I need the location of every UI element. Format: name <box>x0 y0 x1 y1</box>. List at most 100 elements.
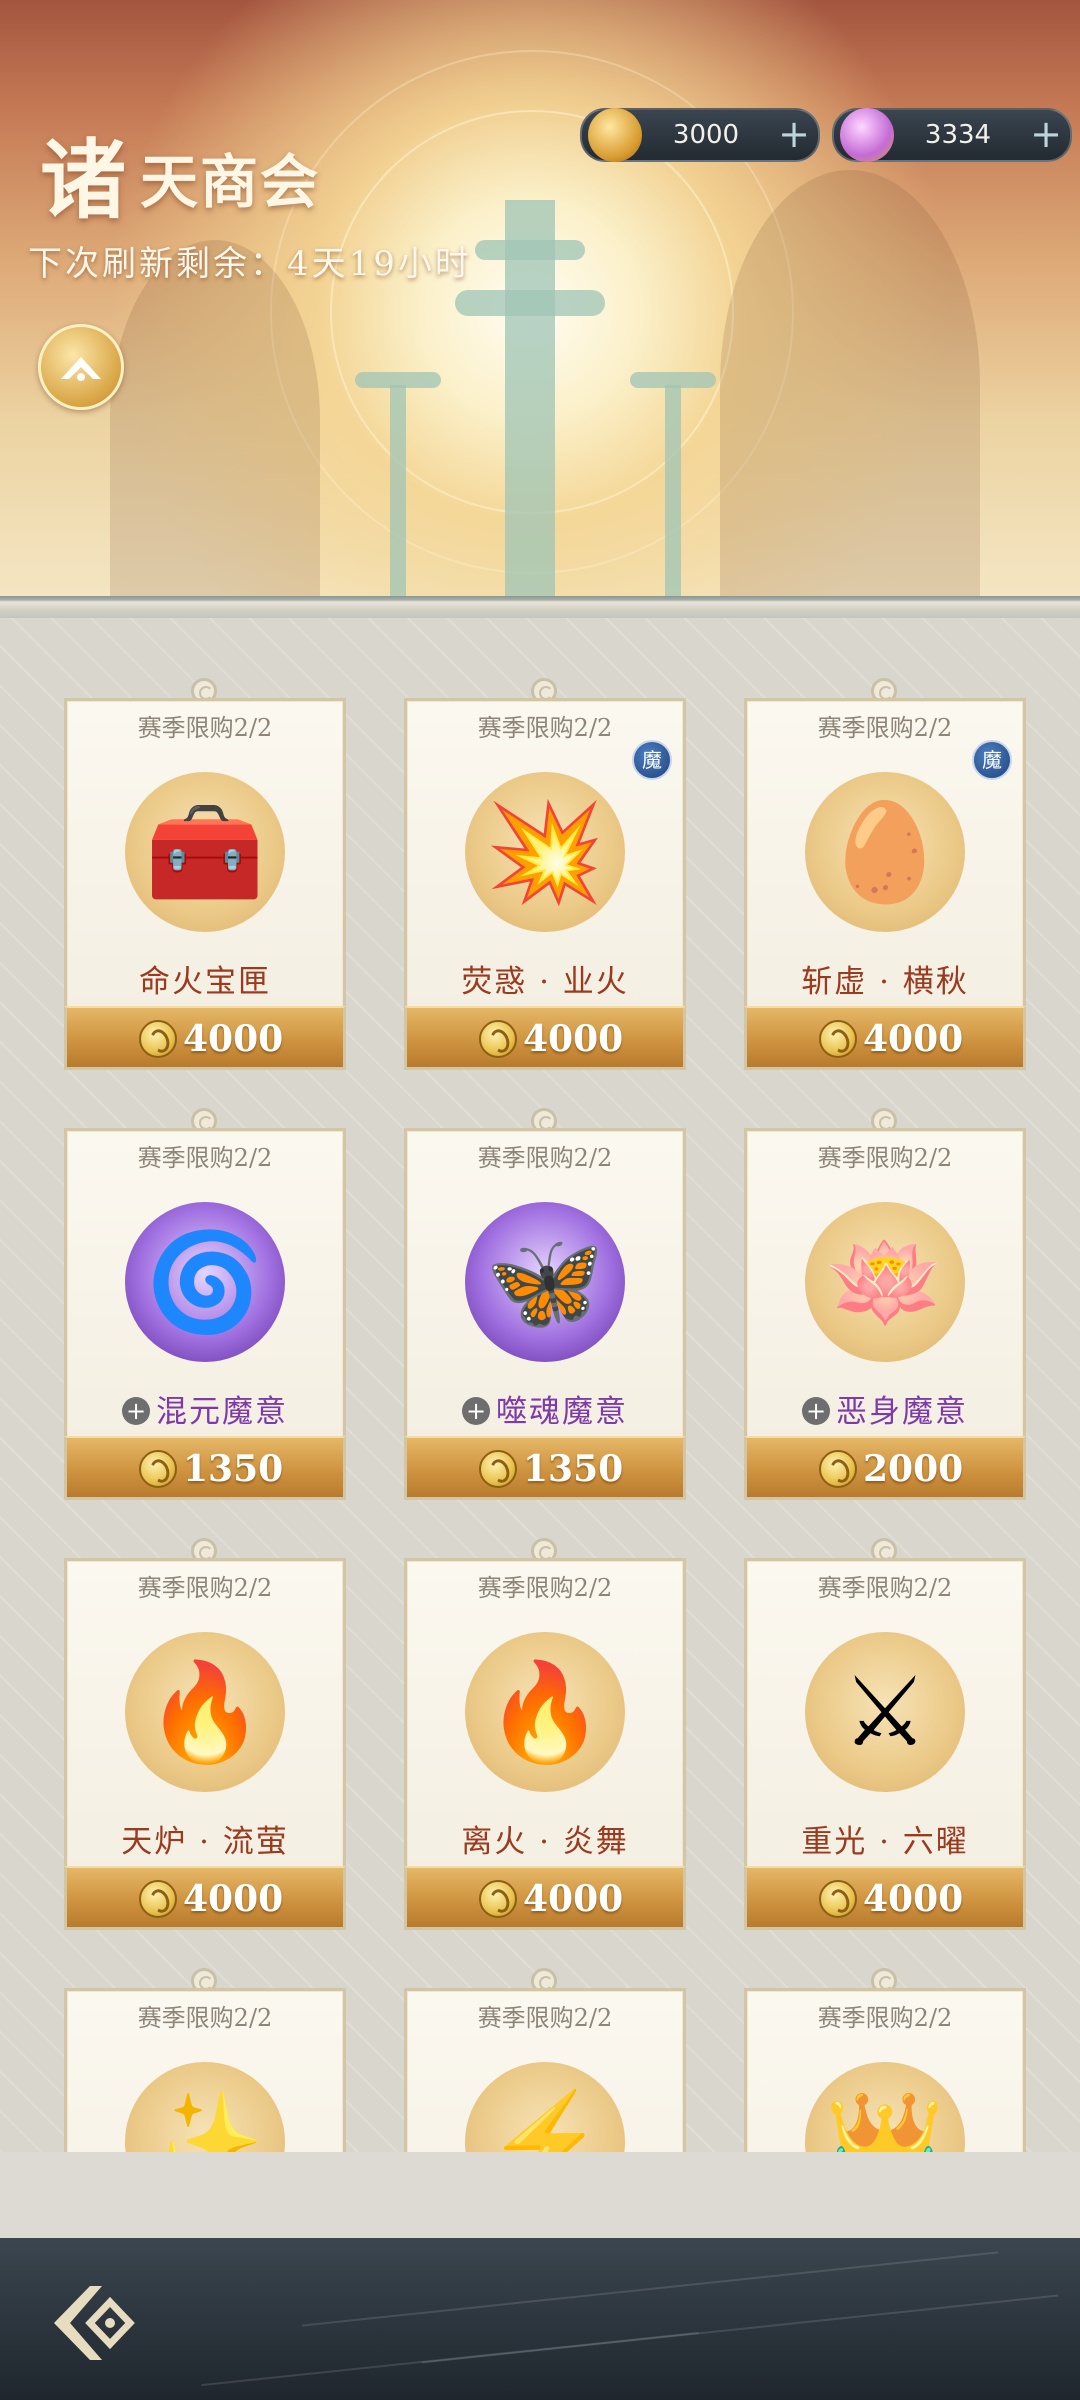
fire-burst-scroll-icon: 💥 <box>485 796 605 908</box>
golden-spirit-icon: ✨ <box>145 2086 265 2152</box>
item-orb: 🧰 <box>125 772 285 932</box>
shop-item-grid: 赛季限购2/2 🧰 命火宝匣 4000 赛季限购2/2 魔 💥 荧惑 · 业火 … <box>0 618 1080 2152</box>
price-button[interactable]: 1350 <box>64 1436 346 1500</box>
back-button[interactable] <box>46 2280 146 2366</box>
price-value: 4000 <box>523 1018 624 1060</box>
demon-badge: 魔 <box>632 740 672 780</box>
item-name: 恶身魔意 <box>836 1394 968 1430</box>
shop-item-card[interactable]: 赛季限购2/2 ⚡ <box>404 1968 686 2152</box>
price-button[interactable]: 1350 <box>404 1436 686 1500</box>
shop-item-card[interactable]: 赛季限购2/2 ⚔ 重光 · 六曜 4000 <box>744 1538 1026 1930</box>
left-character-silhouette <box>110 240 320 600</box>
item-name: 噬魂魔意 <box>496 1394 628 1430</box>
price-button[interactable]: 4000 <box>64 1006 346 1070</box>
tower-pillar <box>505 200 555 600</box>
item-orb: ✨ <box>125 2062 285 2152</box>
add-coin-button[interactable]: + <box>778 110 810 158</box>
shop-item-card[interactable]: 赛季限购2/2 👑 <box>744 1968 1026 2152</box>
shop-item-card[interactable]: 赛季限购2/2 🦋 + 噬魂魔意 1350 <box>404 1108 686 1500</box>
left-pillar <box>390 385 406 600</box>
right-character-silhouette <box>720 170 980 600</box>
coin-currency-display: 3000 + <box>580 108 820 162</box>
coin-currency-icon <box>588 108 642 162</box>
price-value: 4000 <box>523 1878 624 1920</box>
price-button[interactable]: 4000 <box>404 1866 686 1930</box>
item-name: 混元魔意 <box>156 1394 288 1430</box>
purchase-limit: 赛季限购2/2 <box>137 714 273 742</box>
header-divider <box>0 596 1080 618</box>
coin-icon <box>819 1020 857 1058</box>
item-orb: 🌀 <box>125 1202 285 1362</box>
item-name-row: + 混元魔意 <box>64 1386 346 1431</box>
shop-title-first-char: 诸 <box>40 130 126 231</box>
price-button[interactable]: 4000 <box>744 1866 1026 1930</box>
item-name: 命火宝匣 <box>139 964 271 1000</box>
add-crystal-button[interactable]: + <box>1030 110 1062 158</box>
shop-item-card[interactable]: 赛季限购2/2 🔥 离火 · 炎舞 4000 <box>404 1538 686 1930</box>
price-button[interactable]: 4000 <box>744 1006 1026 1070</box>
decor-streak <box>301 2251 999 2327</box>
left-pillar-cap <box>355 372 441 388</box>
shop-item-card[interactable]: 赛季限购2/2 🔥 天炉 · 流萤 4000 <box>64 1538 346 1930</box>
coin-icon <box>819 1880 857 1918</box>
collapse-banner-button[interactable] <box>38 324 124 410</box>
purchase-limit: 赛季限购2/2 <box>477 1574 613 1602</box>
item-orb: ⚔ <box>805 1632 965 1792</box>
price-button[interactable]: 2000 <box>744 1436 1026 1500</box>
item-orb: 🔥 <box>465 1632 625 1792</box>
item-orb: 💥 <box>465 772 625 932</box>
coin-currency-value: 3000 <box>672 120 740 150</box>
purple-lotus-swirl-icon: 🪷 <box>825 1226 945 1338</box>
shop-item-card[interactable]: 赛季限购2/2 🪷 + 恶身魔意 2000 <box>744 1108 1026 1500</box>
item-name: 天炉 · 流萤 <box>121 1824 289 1860</box>
price-button[interactable]: 4000 <box>404 1006 686 1070</box>
shop-item-card[interactable]: 赛季限购2/2 ✨ <box>64 1968 346 2152</box>
shop-item-card[interactable]: 赛季限购2/2 🌀 + 混元魔意 1350 <box>64 1108 346 1500</box>
purchase-limit: 赛季限购2/2 <box>817 2004 953 2032</box>
item-orb: 🔥 <box>125 1632 285 1792</box>
item-orb: 🪷 <box>805 1202 965 1362</box>
refresh-countdown: 下次刷新剩余：4天19小时 <box>28 244 472 284</box>
coin-icon <box>139 1450 177 1488</box>
plus-circle-icon: + <box>802 1397 830 1425</box>
purchase-limit: 赛季限购2/2 <box>477 714 613 742</box>
bottom-nav-bar <box>0 2238 1080 2400</box>
price-value: 1350 <box>523 1448 624 1490</box>
golden-blades-scroll-icon: ⚔ <box>841 1656 929 1768</box>
right-pillar <box>665 385 681 600</box>
item-name: 斩虚 · 横秋 <box>801 964 969 1000</box>
purchase-limit: 赛季限购2/2 <box>477 1144 613 1172</box>
purple-crown-icon: 👑 <box>825 2086 945 2152</box>
chevron-up-icon <box>61 357 101 381</box>
item-name: 荧惑 · 业火 <box>461 964 629 1000</box>
item-orb: 🦋 <box>465 1202 625 1362</box>
coin-icon <box>479 1450 517 1488</box>
price-value: 4000 <box>863 1018 964 1060</box>
price-button[interactable]: 4000 <box>64 1866 346 1930</box>
tower-roof-top <box>475 240 585 260</box>
item-name: 重光 · 六曜 <box>801 1824 969 1860</box>
coin-icon <box>819 1450 857 1488</box>
shop-item-card[interactable]: 赛季限购2/2 魔 🥚 斩虚 · 横秋 4000 <box>744 678 1026 1070</box>
price-value: 1350 <box>183 1448 284 1490</box>
golden-seeds-scroll-icon: 🥚 <box>825 796 945 908</box>
flame-wings-scroll-icon: 🔥 <box>145 1656 265 1768</box>
item-orb: 👑 <box>805 2062 965 2152</box>
back-arrow-icon <box>54 2286 135 2360</box>
price-value: 4000 <box>183 1018 284 1060</box>
purchase-limit: 赛季限购2/2 <box>137 1144 273 1172</box>
purchase-limit: 赛季限购2/2 <box>817 1144 953 1172</box>
shop-item-card[interactable]: 赛季限购2/2 🧰 命火宝匣 4000 <box>64 678 346 1070</box>
price-value: 4000 <box>863 1878 964 1920</box>
item-name: 离火 · 炎舞 <box>461 1824 629 1860</box>
plus-circle-icon: + <box>122 1397 150 1425</box>
tower-roof <box>455 290 605 316</box>
item-name-row: + 噬魂魔意 <box>404 1386 686 1431</box>
decor-streak <box>421 2294 1059 2364</box>
purchase-limit: 赛季限购2/2 <box>477 2004 613 2032</box>
purple-vortex-icon: 🌀 <box>145 1226 265 1338</box>
price-value: 4000 <box>183 1878 284 1920</box>
item-orb: 🥚 <box>805 772 965 932</box>
treasure-chest-icon: 🧰 <box>145 796 265 908</box>
shop-item-card[interactable]: 赛季限购2/2 魔 💥 荧惑 · 业火 4000 <box>404 678 686 1070</box>
